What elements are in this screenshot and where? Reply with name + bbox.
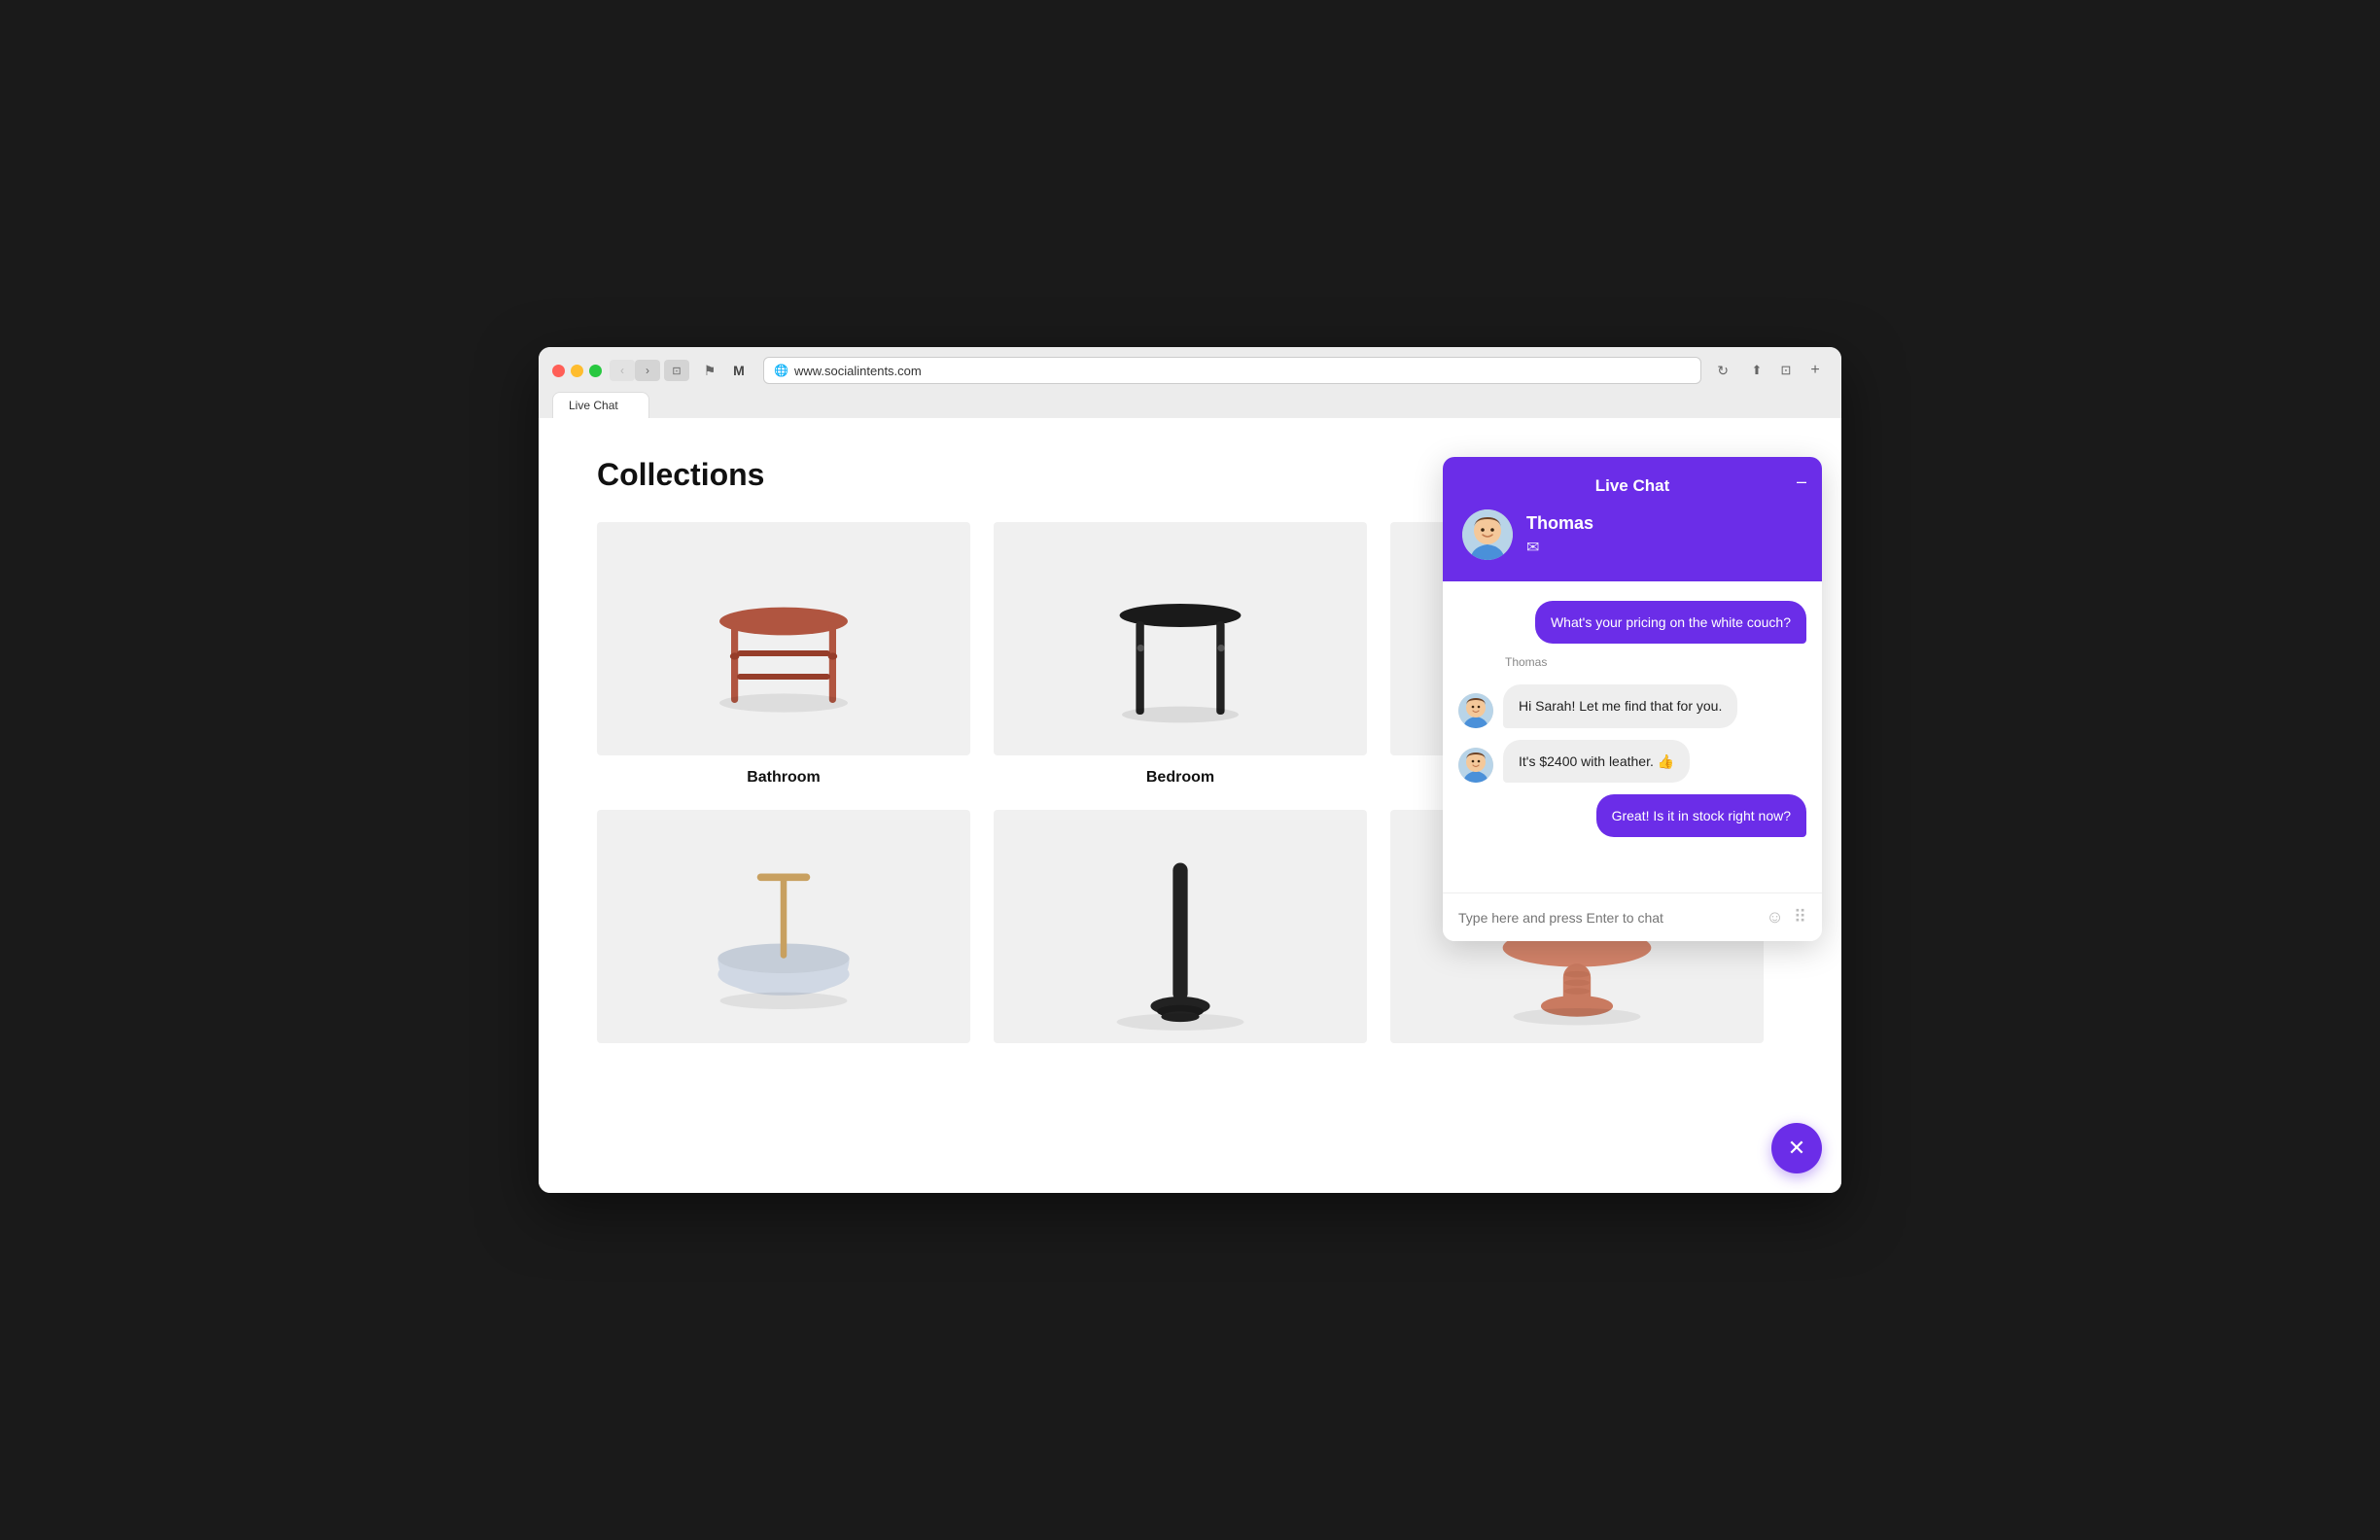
page-content: Collections — [539, 418, 1841, 1193]
minimize-chat-button[interactable]: – — [1797, 472, 1806, 490]
pin-icon: ⚑ — [704, 363, 717, 379]
agent-avatar-small-2 — [1458, 748, 1493, 783]
agent-name: Thomas — [1526, 513, 1593, 534]
chat-close-button[interactable]: ✕ — [1771, 1123, 1822, 1173]
back-icon: ‹ — [620, 364, 624, 377]
chat-widget: – Live Chat — [1443, 457, 1822, 941]
agent-message-row-2: It's $2400 with leather. 👍 — [1458, 740, 1806, 783]
sidebar-toggle-button[interactable]: ⊡ — [664, 360, 689, 381]
product-image-post — [994, 810, 1367, 1043]
new-window-button[interactable]: ⊡ — [1773, 360, 1799, 381]
refresh-icon: ↻ — [1717, 363, 1729, 378]
forward-button[interactable]: › — [635, 360, 660, 381]
chat-header: – Live Chat — [1443, 457, 1822, 581]
product-name-bathroom: Bathroom — [747, 769, 821, 787]
email-icon: ✉ — [1526, 538, 1593, 557]
product-image-bedroom — [994, 522, 1367, 755]
message-user-1: What's your pricing on the white couch? — [1535, 601, 1806, 644]
traffic-lights — [552, 365, 602, 377]
product-card-bowl[interactable] — [597, 810, 970, 1057]
address-bar[interactable]: 🌐 www.socialintents.com — [763, 357, 1701, 384]
message-agent-2: It's $2400 with leather. 👍 — [1503, 740, 1690, 783]
close-button[interactable] — [552, 365, 565, 377]
agent-message-row-1: Hi Sarah! Let me find that for you. — [1458, 684, 1806, 727]
tab-bar: Live Chat — [552, 392, 1828, 418]
chat-messages: What's your pricing on the white couch? … — [1443, 581, 1822, 892]
product-card-bathroom[interactable]: Bathroom — [597, 522, 970, 787]
chat-input-area: ☺ ⠿ — [1443, 892, 1822, 941]
message-user-2: Great! Is it in stock right now? — [1596, 794, 1806, 837]
minimize-button[interactable] — [571, 365, 583, 377]
pin-button[interactable]: ⚑ — [697, 360, 722, 381]
tab-label: Live Chat — [569, 399, 618, 412]
share-icon: ⬆ — [1752, 363, 1763, 378]
product-name-bedroom: Bedroom — [1146, 769, 1214, 787]
sidebar-icon: ⊡ — [672, 365, 681, 377]
attach-button[interactable]: ⠿ — [1794, 907, 1806, 928]
message-agent-1: Hi Sarah! Let me find that for you. — [1503, 684, 1737, 727]
plus-icon: + — [1810, 362, 1819, 379]
new-tab-button[interactable]: + — [1802, 360, 1828, 381]
refresh-button[interactable]: ↻ — [1717, 363, 1729, 379]
maximize-button[interactable] — [589, 365, 602, 377]
m-button[interactable]: M — [726, 360, 752, 381]
agent-info: Thomas ✉ — [1462, 509, 1802, 560]
agent-message-label: Thomas — [1505, 655, 1806, 669]
emoji-button[interactable]: ☺ — [1766, 907, 1783, 928]
back-button[interactable]: ‹ — [610, 360, 635, 381]
close-icon: ✕ — [1788, 1136, 1805, 1161]
browser-titlebar: ‹ › ⊡ ⚑ M 🌐 www.socialintents.com ↻ — [539, 347, 1841, 418]
agent-avatar-small-1 — [1458, 693, 1493, 728]
forward-icon: › — [646, 364, 649, 377]
product-image-bowl — [597, 810, 970, 1043]
chat-title: Live Chat — [1462, 476, 1802, 496]
newwin-icon: ⊡ — [1781, 363, 1792, 378]
product-card-post[interactable] — [994, 810, 1367, 1057]
product-card-bedroom[interactable]: Bedroom — [994, 522, 1367, 787]
m-icon: M — [733, 363, 745, 378]
globe-icon: 🌐 — [774, 364, 788, 377]
share-button[interactable]: ⬆ — [1744, 360, 1769, 381]
product-image-bathroom — [597, 522, 970, 755]
url-text: www.socialintents.com — [794, 364, 1691, 378]
browser-window: ‹ › ⊡ ⚑ M 🌐 www.socialintents.com ↻ — [539, 347, 1841, 1193]
agent-avatar — [1462, 509, 1513, 560]
chat-input[interactable] — [1458, 910, 1756, 926]
active-tab[interactable]: Live Chat — [552, 392, 649, 418]
agent-details: Thomas ✉ — [1526, 513, 1593, 557]
